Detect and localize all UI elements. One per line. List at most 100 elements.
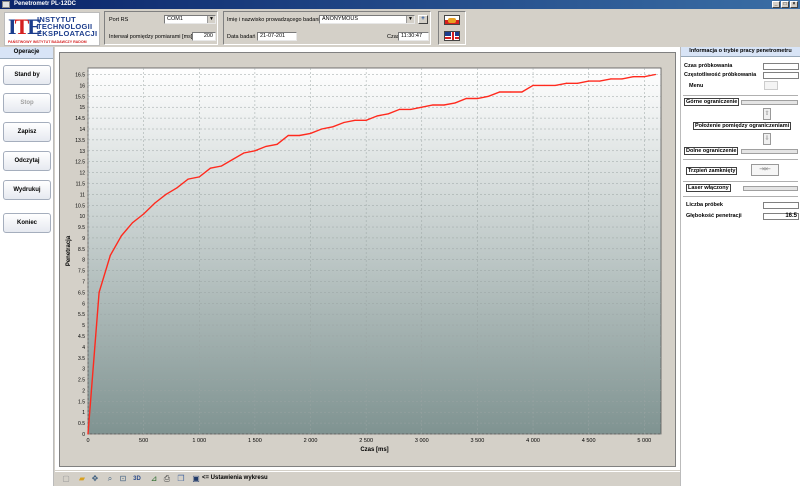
y-tick-label: 6 — [82, 301, 85, 307]
zoom-icon[interactable]: ⌕ — [105, 474, 115, 484]
save-button[interactable]: Zapisz — [3, 122, 51, 142]
upper-limit-indicator: Górne ograniczenie — [684, 98, 740, 106]
up-arrow-icon: ⇧ — [763, 108, 771, 120]
menu-button[interactable] — [764, 81, 778, 90]
x-tick-label: 1 500 — [248, 438, 262, 444]
open-folder-icon[interactable]: ▰ — [77, 474, 87, 484]
data-point — [565, 82, 568, 84]
x-tick-label: 500 — [139, 438, 148, 444]
y-tick-label: 1.5 — [78, 399, 85, 405]
standby-button[interactable]: Stand by — [3, 65, 51, 85]
separator — [683, 95, 798, 96]
port-settings-group: Port RS COM1 ▼ Interwał pomiędzy pomiara… — [104, 11, 218, 45]
copy-icon[interactable]: ❐ — [176, 474, 186, 484]
y-tick-label: 4.5 — [78, 334, 85, 340]
pan-icon[interactable]: ✥ — [90, 474, 100, 484]
plot-background — [87, 67, 662, 435]
data-point — [610, 78, 612, 80]
stop-button[interactable]: Stop — [3, 93, 51, 113]
x-tick-label: 0 — [86, 438, 89, 444]
data-point — [432, 104, 434, 106]
y-tick-label: 9.5 — [78, 225, 85, 231]
y-tick-label: 11 — [80, 192, 85, 198]
data-point — [343, 121, 345, 124]
y-tick-label: 10 — [79, 214, 85, 220]
data-point — [98, 291, 100, 293]
operator-label: Imię i nazwisko prowadzącego badanie — [227, 17, 323, 23]
data-point — [632, 76, 634, 78]
date-field[interactable]: 21-07-201 — [257, 32, 297, 41]
y-tick-label: 7 — [82, 280, 85, 286]
logo-line3: EKSPLOATACJI — [37, 29, 98, 38]
zoom-fit-icon[interactable]: ⊡ — [118, 474, 128, 484]
new-icon[interactable]: ▢ — [61, 474, 71, 484]
add-operator-button[interactable]: + — [418, 15, 428, 24]
penetration-chart: 0 500 1 000 1 500 2 000 2 500 3 000 3 500 4 000 4… — [66, 67, 662, 453]
data-point — [120, 235, 122, 237]
separator — [683, 159, 798, 160]
x-tick-label: 3 000 — [415, 438, 429, 444]
y-tick-label: 2.5 — [78, 378, 85, 384]
y-tick-label: 9 — [82, 236, 85, 242]
date-label: Data badań — [227, 34, 256, 40]
time-field[interactable]: 11:30:47 — [398, 32, 429, 41]
y-tick-label: 12.5 — [75, 160, 85, 166]
minimize-button[interactable]: _ — [772, 1, 780, 8]
read-button[interactable]: Odczytaj — [3, 151, 51, 171]
sample-count-label: Liczba próbek — [686, 202, 723, 208]
data-point — [220, 165, 223, 167]
y-tick-label: 14 — [79, 127, 85, 133]
data-point — [143, 213, 145, 215]
operator-value: ANONYMOUS — [322, 16, 359, 22]
y-tick-label: 6.5 — [78, 290, 85, 296]
data-point — [476, 97, 479, 100]
data-point — [309, 132, 312, 134]
data-point — [410, 108, 412, 110]
depth-label: Głębokość penetracji — [686, 213, 742, 219]
app-icon — [2, 1, 10, 8]
toggle-3d-button[interactable]: 3D — [132, 474, 142, 484]
chart-frame: 0 500 1 000 1 500 2 000 2 500 3 000 3 500 4 000 4… — [59, 52, 676, 467]
chart-edit-icon[interactable]: ⊿ — [149, 474, 159, 484]
chevron-down-icon[interactable]: ▼ — [406, 16, 414, 23]
data-point — [510, 91, 512, 93]
info-title: Informacja o trybie pracy penetrometru — [681, 47, 800, 57]
close-button[interactable]: × — [790, 1, 798, 8]
x-tick-label: 2 500 — [359, 438, 373, 444]
x-tick-label: 2 000 — [304, 438, 318, 444]
logo-mark: ITE — [8, 14, 42, 39]
port-select[interactable]: COM1 ▼ — [164, 15, 216, 24]
separator — [683, 196, 798, 197]
operator-select[interactable]: ANONYMOUS ▼ — [319, 15, 415, 24]
x-tick-label: 1 000 — [192, 438, 206, 444]
data-point — [365, 119, 367, 121]
y-tick-label: 5 — [82, 323, 85, 329]
interval-input[interactable]: 200 — [192, 32, 216, 41]
data-point — [354, 119, 356, 121]
clamp-closed-indicator: Trzpień zamknięty — [686, 167, 738, 175]
y-tick-label: 3 — [82, 367, 85, 373]
english-flag-icon[interactable] — [444, 31, 460, 41]
y-tick-label: 7.5 — [78, 269, 85, 275]
print-button[interactable]: Wydrukuj — [3, 180, 51, 200]
data-point — [443, 104, 445, 106]
data-point — [187, 178, 189, 180]
y-tick-label: 1 — [82, 410, 85, 416]
data-point — [165, 193, 167, 195]
exit-button[interactable]: Koniec — [3, 213, 51, 233]
window-controls: _ □ × — [772, 1, 798, 8]
down-arrow-icon: ⇩ — [763, 133, 771, 145]
y-tick-label: 12 — [79, 171, 85, 177]
sampling-freq-value — [763, 72, 799, 79]
data-point — [487, 95, 490, 97]
data-point — [543, 84, 545, 87]
print-icon[interactable]: ⎙ — [162, 474, 172, 484]
maximize-button[interactable]: □ — [781, 1, 789, 8]
save-icon[interactable]: ▣ — [191, 474, 201, 484]
sampling-time-label: Czas próbkowania — [684, 63, 733, 69]
position-between-indicator: Położenie pomiędzy ograniczeniami — [693, 122, 792, 130]
chevron-down-icon[interactable]: ▼ — [207, 16, 215, 23]
polish-flag-icon[interactable] — [444, 15, 460, 25]
data-point — [499, 91, 501, 93]
x-tick-label: 4 500 — [582, 438, 596, 444]
